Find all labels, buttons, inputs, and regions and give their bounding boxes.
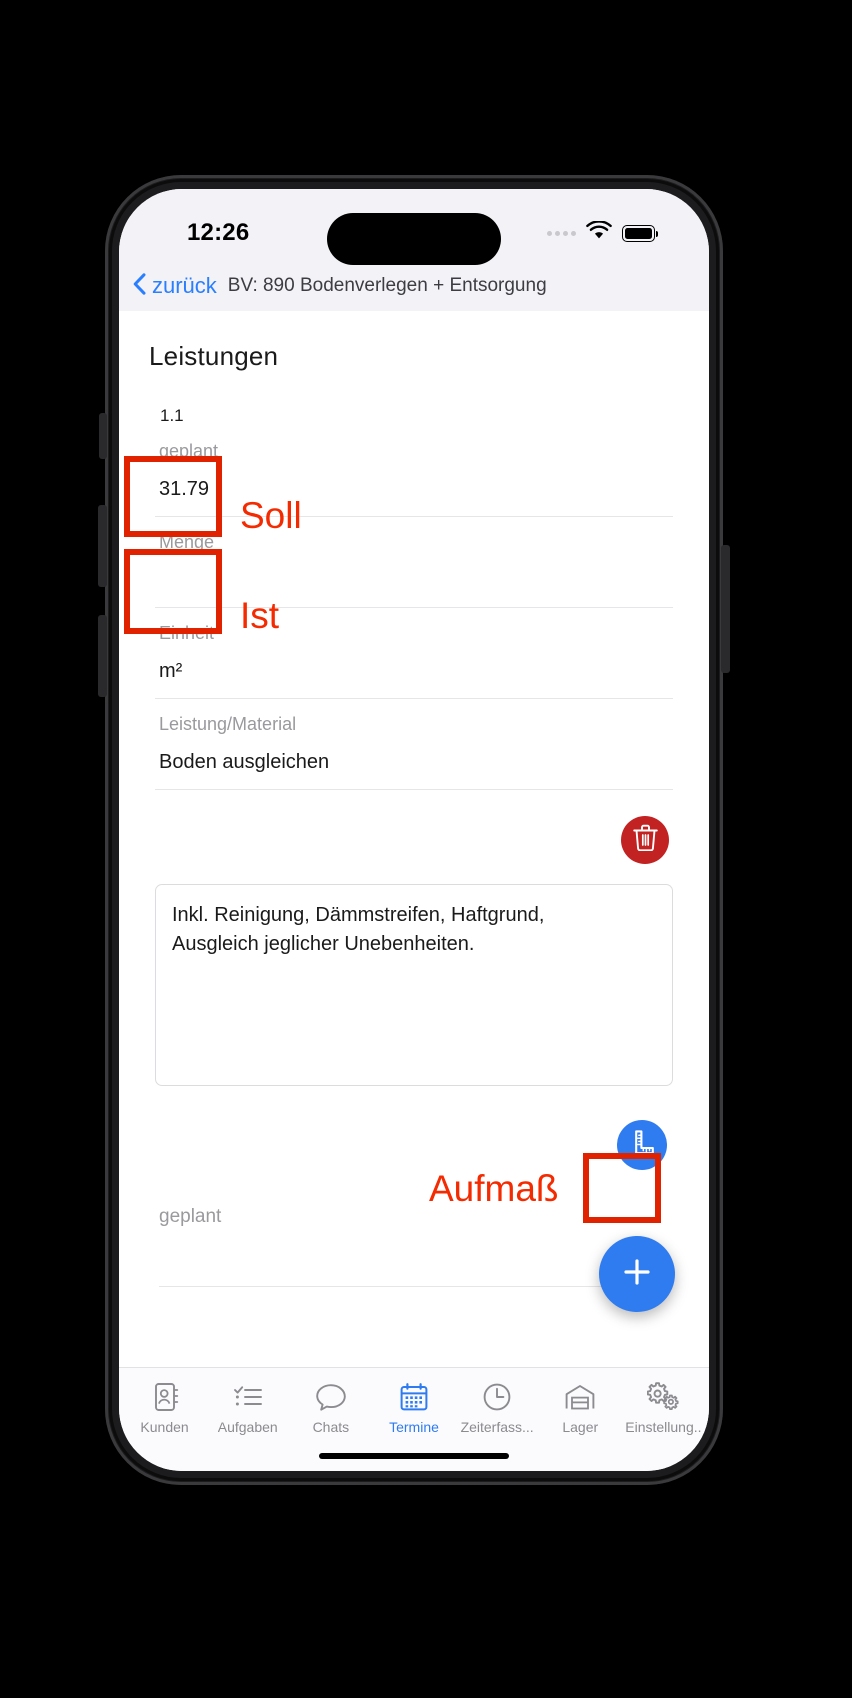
- checklist-icon: [233, 1382, 263, 1412]
- trash-icon: [632, 824, 658, 856]
- tab-termine[interactable]: Termine: [372, 1382, 455, 1435]
- home-indicator[interactable]: [319, 1453, 509, 1459]
- screenshot-stage: 12:26 zurück BV: 890 Bodenverlegen + Ent…: [0, 0, 852, 1698]
- delete-row: [155, 790, 673, 864]
- dynamic-island: [327, 213, 501, 265]
- menge-label: Menge: [159, 532, 215, 552]
- warehouse-icon: [564, 1382, 596, 1412]
- einheit-value: m²: [159, 660, 183, 682]
- battery-icon: [622, 224, 658, 242]
- page-title: Leistungen: [149, 341, 279, 371]
- geplant-bottom-label: geplant: [159, 1206, 222, 1227]
- leistung-form: 1.1 geplant 31.79 Menge Einheit m² Leist…: [119, 406, 709, 1287]
- back-button-label: zurück: [152, 273, 217, 298]
- delete-button[interactable]: [621, 816, 669, 864]
- tab-label: Kunden: [140, 1419, 189, 1435]
- menge-value: [155, 555, 673, 607]
- phone-screen: 12:26 zurück BV: 890 Bodenverlegen + Ent…: [119, 189, 709, 1471]
- clock-icon: [482, 1382, 512, 1412]
- measure-row: [155, 1086, 673, 1170]
- back-button[interactable]: zurück: [133, 272, 217, 300]
- status-indicators: [547, 220, 658, 245]
- geplant-value: 31.79: [159, 478, 210, 500]
- tab-einstellungen[interactable]: Einstellung..: [622, 1382, 705, 1435]
- field-divider: [159, 1286, 669, 1287]
- chevron-left-icon: [133, 272, 146, 300]
- geplant-bottom-field[interactable]: geplant: [155, 1170, 673, 1287]
- calendar-icon: [399, 1382, 429, 1412]
- status-time: 12:26: [187, 219, 250, 246]
- tab-lager[interactable]: Lager: [539, 1382, 622, 1435]
- tab-aufgaben[interactable]: Aufgaben: [206, 1382, 289, 1435]
- plus-icon: [620, 1255, 654, 1294]
- menge-field[interactable]: Menge: [155, 517, 673, 608]
- tab-label: Einstellung..: [625, 1419, 702, 1435]
- einheit-label: Einheit: [159, 623, 215, 643]
- status-bar: 12:26: [119, 189, 709, 265]
- tab-label: Aufgaben: [217, 1419, 278, 1435]
- mute-switch[interactable]: [99, 413, 107, 459]
- contacts-icon: [151, 1382, 179, 1412]
- leistung-material-value: Boden ausgleichen: [159, 751, 330, 773]
- geplant-label: geplant: [159, 441, 219, 461]
- volume-up-button[interactable]: [98, 505, 107, 587]
- field-divider: [155, 789, 673, 790]
- ruler-icon: [628, 1129, 656, 1162]
- tab-kunden[interactable]: Kunden: [123, 1382, 206, 1435]
- geplant-field[interactable]: geplant 31.79: [155, 426, 673, 517]
- leistung-material-field[interactable]: Leistung/Material Boden ausgleichen: [155, 699, 673, 790]
- navigation-bar: zurück BV: 890 Bodenverlegen + Entsorgun…: [119, 261, 709, 311]
- chat-icon: [315, 1382, 347, 1412]
- gears-icon: [647, 1382, 679, 1412]
- volume-down-button[interactable]: [98, 615, 107, 697]
- content-area: Leistungen 1.1 geplant 31.79 Menge Einhe…: [119, 311, 709, 1367]
- tab-label: Chats: [312, 1419, 350, 1435]
- nav-title: BV: 890 Bodenverlegen + Entsorgung: [227, 275, 547, 296]
- phone-frame: 12:26 zurück BV: 890 Bodenverlegen + Ent…: [98, 175, 730, 1485]
- description-textarea[interactable]: Inkl. Reinigung, Dämmstreifen, Haftgrund…: [155, 884, 673, 1086]
- tab-label: Lager: [562, 1419, 599, 1435]
- measure-button[interactable]: [617, 1120, 667, 1170]
- tab-zeiterfassung[interactable]: Zeiterfass...: [456, 1382, 539, 1435]
- einheit-field[interactable]: Einheit m²: [155, 608, 673, 699]
- item-index: 1.1: [160, 406, 184, 425]
- tab-chats[interactable]: Chats: [289, 1382, 372, 1435]
- power-button[interactable]: [721, 545, 730, 673]
- tab-label: Zeiterfass...: [460, 1419, 534, 1435]
- leistung-material-label: Leistung/Material: [159, 714, 297, 734]
- add-button[interactable]: [599, 1236, 675, 1312]
- tab-label: Termine: [389, 1419, 439, 1435]
- signal-dots-icon: [547, 230, 576, 236]
- wifi-icon: [586, 220, 612, 245]
